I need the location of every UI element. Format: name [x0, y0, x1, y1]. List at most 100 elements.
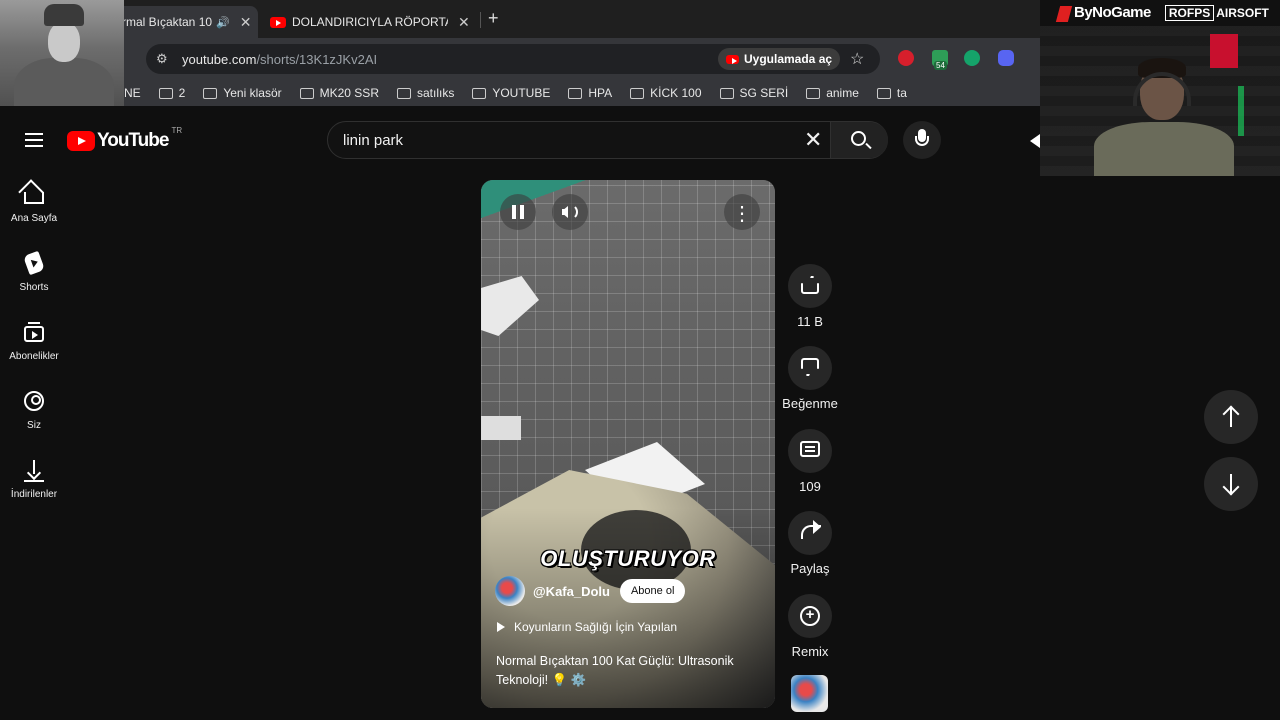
remix-icon [800, 606, 820, 626]
flag-icon [1210, 34, 1238, 68]
previous-short-button[interactable] [1204, 390, 1258, 444]
bookmark-label: Yeni klasör [223, 86, 282, 100]
sidebar-item-shorts[interactable]: Shorts [0, 241, 68, 305]
close-tab-icon[interactable]: ✕ [458, 14, 470, 31]
close-tab-icon[interactable]: ✕ [240, 14, 252, 31]
bookmark-label: 2 [178, 86, 186, 100]
create-icon[interactable] [1030, 134, 1040, 148]
portrait-cap [44, 4, 84, 26]
bookmark-folder[interactable]: YOUTUBE [472, 86, 550, 100]
sound-link[interactable]: Koyunların Sağlığı İçin Yapılan [497, 620, 677, 634]
open-in-app-button[interactable]: Uygulamada aç [718, 48, 841, 70]
folder-icon [719, 87, 734, 99]
sidebar-item-label: Ana Sayfa [10, 213, 58, 224]
rofps-logo: ROFPS [1164, 5, 1215, 21]
search-icon [851, 131, 866, 146]
downloads-icon [24, 460, 44, 480]
bookmark-folder[interactable]: HPA [568, 86, 612, 100]
youtube-favicon-icon [270, 16, 286, 28]
extension-badge: 54 [934, 61, 947, 70]
discord-extension-icon[interactable] [998, 50, 1014, 66]
share-button[interactable] [788, 511, 832, 555]
folder-icon [299, 87, 314, 99]
sidebar-item-home[interactable]: Ana Sayfa [0, 172, 68, 236]
bookmark-folder[interactable]: KİCK 100 [630, 86, 702, 100]
volume-button[interactable] [552, 194, 588, 230]
channel-row: @Kafa_Dolu Abone ol [495, 576, 686, 606]
grammarly-icon[interactable] [964, 50, 980, 66]
url-path: /shorts/13K1zJKv2AI [256, 51, 378, 67]
comment-icon [800, 441, 820, 457]
bookmark-folder[interactable]: satılıks [396, 86, 454, 100]
video-title[interactable]: Normal Bıçaktan 100 Kat Güçlü: Ultrasoni… [496, 652, 756, 690]
webcam-person-body [1094, 122, 1234, 176]
voice-search-button[interactable] [903, 121, 941, 159]
speaker-icon[interactable]: 🔊 [216, 16, 230, 29]
downloads-icon-base [24, 480, 44, 482]
clear-search-icon[interactable]: ✕ [804, 129, 822, 151]
shorts-player[interactable]: OLUŞTURUYOR @Kafa_Dolu Abone ol Koyunlar… [481, 180, 775, 708]
bookmark-folder[interactable]: MK20 SSR [299, 86, 379, 100]
folder-icon [630, 87, 645, 99]
play-icon [497, 622, 505, 632]
airsoft-text: AIRSOFT [1216, 6, 1269, 20]
dislike-button[interactable] [788, 346, 832, 390]
folder-icon [396, 87, 411, 99]
like-button[interactable] [788, 264, 832, 308]
bookmark-folder[interactable]: Yeni klasör [203, 86, 282, 100]
sidebar-item-downloads[interactable]: İndirilenler [0, 448, 68, 512]
search-button[interactable] [830, 122, 888, 158]
thumbs-up-icon [801, 276, 819, 294]
extension-red-icon[interactable] [898, 50, 914, 66]
webcam-overlay [1040, 26, 1280, 176]
sidebar-item-subscriptions[interactable]: Abonelikler [0, 310, 68, 374]
remix-action: Remix [786, 594, 834, 659]
sound-thumbnail[interactable] [791, 675, 828, 712]
bookmark-item[interactable]: NE [124, 86, 141, 100]
sidebar-item-label: İndirilenler [10, 489, 58, 500]
folder-icon [876, 87, 891, 99]
search-box: ✕ [327, 121, 888, 159]
tab-active[interactable]: rmal Bıçaktan 100 🔊 ✕ [112, 6, 258, 38]
tab-title: rmal Bıçaktan 100 [122, 15, 212, 29]
more-options-icon[interactable] [724, 194, 760, 230]
site-settings-icon[interactable]: ⚙ [156, 51, 174, 67]
bookmark-folder[interactable]: SG SERİ [719, 86, 788, 100]
sidebar-item-you[interactable]: Siz [0, 379, 68, 443]
bookmark-folder[interactable]: anime [806, 86, 859, 100]
search-input[interactable] [343, 131, 803, 149]
url-text[interactable]: youtube.com/shorts/13K1zJKv2AI [182, 52, 377, 67]
new-tab-button[interactable]: + [488, 8, 499, 29]
comment-count: 109 [799, 479, 821, 494]
channel-name[interactable]: @Kafa_Dolu [533, 584, 610, 599]
youtube-header: YouTube TR ✕ [0, 106, 1040, 172]
subscribe-button[interactable]: Abone ol [619, 579, 686, 603]
bookmark-folder[interactable]: ta [876, 86, 907, 100]
bynogame-logo: ByNoGame [1055, 4, 1151, 22]
like-count: 11 B [797, 314, 823, 329]
youtube-play-icon [67, 131, 95, 151]
video-caption: OLUŞTURUYOR [540, 546, 716, 571]
bookmark-label: MK20 SSR [319, 86, 379, 100]
tab-strip: rmal Bıçaktan 100 🔊 ✕ DOLANDIRICIYLA RÖP… [0, 0, 1040, 38]
share-action: Paylaş [786, 511, 834, 576]
youtube-logo[interactable]: YouTube TR [67, 126, 182, 152]
tab-title: DOLANDIRICIYLA RÖPORTAJ YA [292, 15, 448, 29]
next-short-button[interactable] [1204, 457, 1258, 511]
share-label: Paylaş [790, 561, 830, 576]
remix-button[interactable] [788, 594, 832, 638]
folder-icon [806, 87, 821, 99]
bookmark-label: HPA [588, 86, 613, 100]
pause-button[interactable] [500, 194, 536, 230]
address-bar[interactable]: ⚙ youtube.com/shorts/13K1zJKv2AI Uygulam… [146, 44, 880, 74]
bynogame-logo-icon [1055, 5, 1073, 22]
hamburger-menu-icon[interactable] [25, 133, 43, 147]
bookmark-folder[interactable]: 2 [158, 86, 186, 100]
bookmark-label: anime [826, 86, 859, 100]
comments-button[interactable] [788, 429, 832, 473]
sidebar-item-label: Shorts [19, 282, 49, 293]
channel-avatar[interactable] [495, 576, 525, 606]
bookmark-star-icon[interactable]: ☆ [850, 49, 864, 69]
volume-wave [568, 204, 578, 220]
tab-dolandirici[interactable]: DOLANDIRICIYLA RÖPORTAJ YA ✕ [262, 6, 476, 38]
